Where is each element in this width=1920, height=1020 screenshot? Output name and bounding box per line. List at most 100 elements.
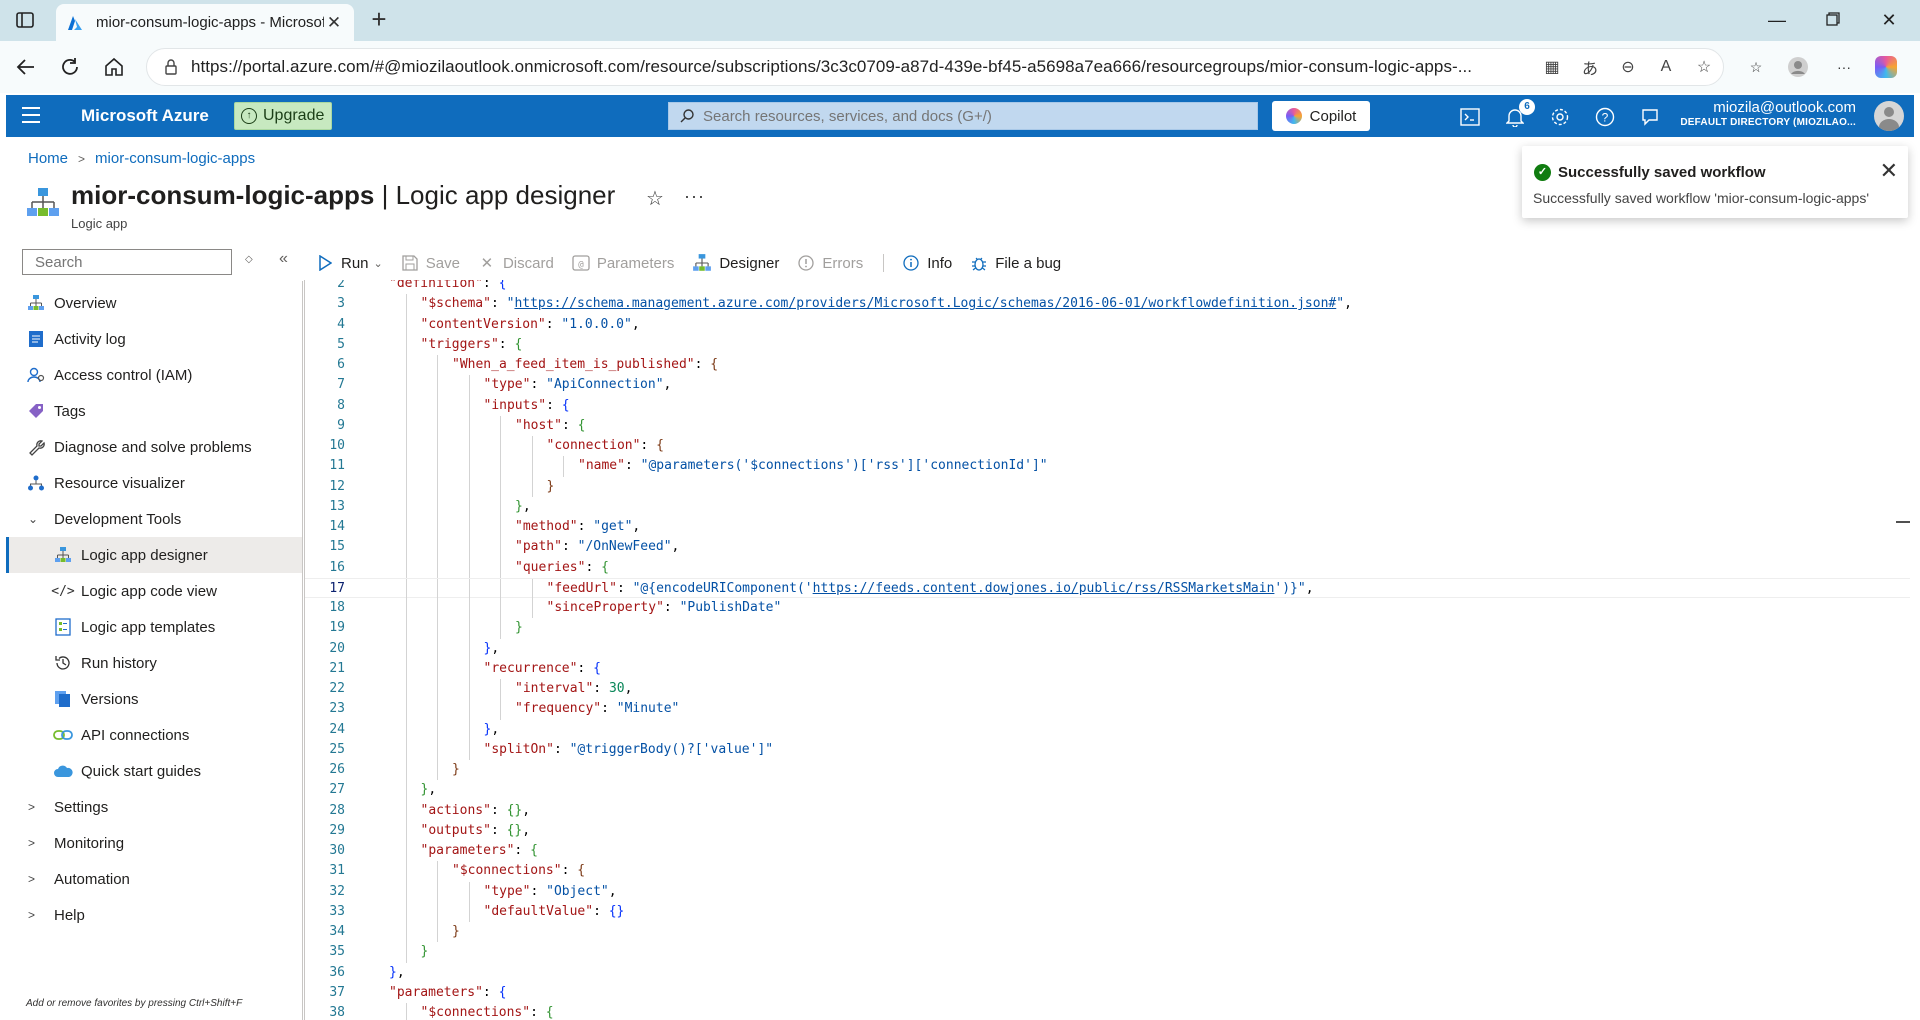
address-bar[interactable]: https://portal.azure.com/#@miozilaoutloo… <box>146 48 1724 86</box>
nav-api-connections[interactable]: API connections <box>6 717 302 753</box>
code-line[interactable]: 7 "type": "ApiConnection", <box>305 375 1910 396</box>
code-line[interactable]: 19} <box>305 618 1910 639</box>
run-button[interactable]: Run ⌄ <box>316 254 383 272</box>
nav-group-development-tools[interactable]: ⌄ Development Tools <box>6 501 302 537</box>
avatar[interactable] <box>1874 101 1904 131</box>
settings-gear-icon[interactable] <box>1548 105 1572 129</box>
code-line[interactable]: 16 "queries": { <box>305 557 1910 578</box>
code-line[interactable]: 36}, <box>305 963 1910 983</box>
apps-icon[interactable]: ▦ <box>1539 54 1565 80</box>
code-line[interactable]: 34} <box>305 922 1910 943</box>
copilot-sidebar-icon[interactable] <box>1872 53 1900 81</box>
azure-brand[interactable]: Microsoft Azure <box>81 106 209 126</box>
help-icon[interactable]: ? <box>1593 105 1617 129</box>
code-line[interactable]: 37 "parameters": { <box>305 983 1910 1003</box>
code-line[interactable]: 21 "recurrence": { <box>305 658 1910 679</box>
collapse-menu-icon[interactable]: « <box>279 250 288 268</box>
code-line[interactable]: 18 "sinceProperty": "PublishDate" <box>305 598 1910 619</box>
favorite-star-icon[interactable]: ☆ <box>646 186 664 211</box>
feedback-icon[interactable] <box>1638 105 1662 129</box>
code-line[interactable]: 8 "inputs": { <box>305 395 1910 416</box>
nav-overview[interactable]: Overview <box>6 285 302 321</box>
code-line[interactable]: 25 "splitOn": "@triggerBody()?['value']" <box>305 739 1910 760</box>
breadcrumb-resource-link[interactable]: mior-consum-logic-apps <box>95 150 255 167</box>
tab-actions-icon[interactable] <box>14 9 36 31</box>
home-icon[interactable] <box>100 53 128 81</box>
favorite-star-icon[interactable]: ☆ <box>1691 54 1717 80</box>
resource-menu-search[interactable] <box>22 249 234 275</box>
copilot-button[interactable]: Copilot <box>1272 101 1370 131</box>
nav-tags[interactable]: Tags <box>6 393 302 429</box>
portal-menu-icon[interactable] <box>22 107 40 123</box>
nav-versions[interactable]: Versions <box>6 681 302 717</box>
cloud-shell-icon[interactable] <box>1458 105 1482 129</box>
nav-access-control[interactable]: Access control (IAM) <box>6 357 302 393</box>
nav-group-automation[interactable]: > Automation <box>6 861 302 897</box>
upgrade-button[interactable]: ↑ Upgrade <box>234 102 332 130</box>
more-actions-icon[interactable]: ··· <box>684 186 705 207</box>
browser-tab[interactable]: mior-consum-logic-apps - Microsoft Azure… <box>56 4 354 41</box>
errors-button[interactable]: Errors <box>797 254 863 272</box>
nav-logic-app-designer[interactable]: Logic app designer <box>6 537 302 573</box>
profile-icon[interactable] <box>1784 53 1812 81</box>
more-menu-icon[interactable]: ··· <box>1830 53 1858 81</box>
code-line[interactable]: 9 "host": { <box>305 415 1910 436</box>
nav-logic-app-code-view[interactable]: </> Logic app code view <box>6 573 302 609</box>
restore-icon[interactable] <box>1822 10 1844 31</box>
code-line[interactable]: 22 "interval": 30, <box>305 679 1910 700</box>
read-aloud-icon[interactable]: A <box>1653 54 1679 80</box>
nav-resource-visualizer[interactable]: Resource visualizer <box>6 465 302 501</box>
resource-menu-search-input[interactable] <box>35 253 234 271</box>
code-line[interactable]: 11 "name": "@parameters('$connections')['… <box>305 456 1910 477</box>
refresh-icon[interactable] <box>56 53 84 81</box>
code-line[interactable]: 38 "$connections": { <box>305 1003 1910 1020</box>
code-line[interactable]: 3 "$schema": "https://schema.management.a… <box>305 294 1910 315</box>
translate-icon[interactable]: あ <box>1577 54 1603 80</box>
nav-group-settings[interactable]: > Settings <box>6 789 302 825</box>
code-line[interactable]: 5 "triggers": { <box>305 334 1910 355</box>
code-line[interactable]: 13}, <box>305 496 1910 517</box>
favorites-icon[interactable]: ☆ <box>1742 53 1770 81</box>
code-line[interactable]: 14 "method": "get", <box>305 517 1910 538</box>
code-line[interactable]: 31 "$connections": { <box>305 861 1910 882</box>
nav-group-help[interactable]: > Help <box>6 897 302 933</box>
nav-group-monitoring[interactable]: > Monitoring <box>6 825 302 861</box>
code-line[interactable]: 33 "defaultValue": {} <box>305 901 1910 922</box>
code-line[interactable]: 2 "definition": { <box>305 280 1910 294</box>
parameters-button[interactable]: @ Parameters <box>572 254 674 272</box>
code-line[interactable]: 30 "parameters": { <box>305 841 1910 862</box>
nav-logic-app-templates[interactable]: Logic app templates <box>6 609 302 645</box>
code-line[interactable]: 4 "contentVersion": "1.0.0.0", <box>305 314 1910 335</box>
info-button[interactable]: Info <box>902 254 952 272</box>
code-line[interactable]: 28 "actions": {}, <box>305 800 1910 821</box>
code-line[interactable]: 15 "path": "/OnNewFeed", <box>305 537 1910 558</box>
site-info-icon[interactable] <box>161 57 181 77</box>
nav-run-history[interactable]: Run history <box>6 645 302 681</box>
code-line[interactable]: 12} <box>305 476 1910 497</box>
code-line[interactable]: 10 "connection": { <box>305 436 1910 457</box>
expand-collapse-all-icon[interactable]: ◇ <box>245 254 253 265</box>
notifications-icon[interactable]: 6 <box>1503 99 1535 129</box>
nav-activity-log[interactable]: Activity log <box>6 321 302 357</box>
code-line[interactable]: 6 "When_a_feed_item_is_published": { <box>305 355 1910 376</box>
code-line[interactable]: 26} <box>305 760 1910 781</box>
new-tab-icon[interactable]: + <box>365 6 393 34</box>
file-bug-button[interactable]: File a bug <box>970 254 1061 272</box>
back-icon[interactable] <box>12 53 40 81</box>
save-button[interactable]: Save <box>401 254 460 272</box>
code-editor[interactable]: 2 "definition": {3 "$schema": "https://sch… <box>304 280 1910 1020</box>
global-search-input[interactable] <box>703 107 1257 125</box>
account-menu[interactable]: miozila@outlook.com DEFAULT DIRECTORY (M… <box>1680 99 1856 128</box>
code-line[interactable]: 24}, <box>305 719 1910 740</box>
url-text[interactable]: https://portal.azure.com/#@miozilaoutloo… <box>191 57 1533 77</box>
close-tab-icon[interactable]: ✕ <box>324 13 344 33</box>
close-window-icon[interactable]: ✕ <box>1878 10 1900 31</box>
minimize-icon[interactable]: — <box>1766 10 1788 31</box>
zoom-icon[interactable]: ⊖ <box>1615 54 1641 80</box>
close-icon[interactable]: ✕ <box>1880 158 1898 184</box>
nav-quick-start-guides[interactable]: Quick start guides <box>6 753 302 789</box>
nav-diagnose[interactable]: Diagnose and solve problems <box>6 429 302 465</box>
code-line[interactable]: 27}, <box>305 780 1910 801</box>
code-line[interactable]: 23 "frequency": "Minute" <box>305 699 1910 720</box>
designer-button[interactable]: Designer <box>692 253 779 273</box>
